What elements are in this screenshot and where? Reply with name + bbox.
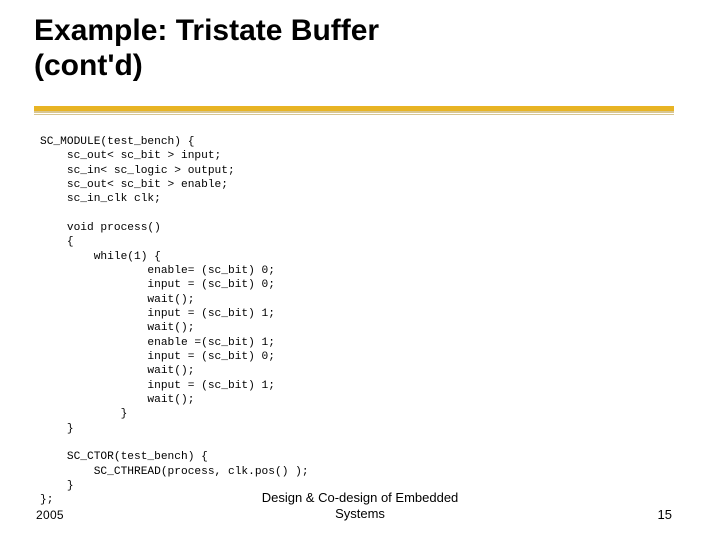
title-divider <box>34 106 674 116</box>
footer-page-number: 15 <box>658 507 672 522</box>
footer-center-line1: Design & Co-design of Embedded <box>262 490 459 505</box>
title-line-2: (cont'd) <box>34 49 143 82</box>
title-line-1: Example: Tristate Buffer <box>34 14 379 47</box>
footer-center-line2: Systems <box>335 506 385 521</box>
code-block: SC_MODULE(test_bench) { sc_out< sc_bit >… <box>40 135 309 508</box>
divider-thin <box>34 114 674 115</box>
footer-center: Design & Co-design of Embedded Systems <box>0 490 720 523</box>
slide: Example: Tristate Buffer (cont'd) SC_MOD… <box>0 0 720 540</box>
divider-tan <box>34 111 674 113</box>
page-title: Example: Tristate Buffer (cont'd) <box>0 0 720 83</box>
